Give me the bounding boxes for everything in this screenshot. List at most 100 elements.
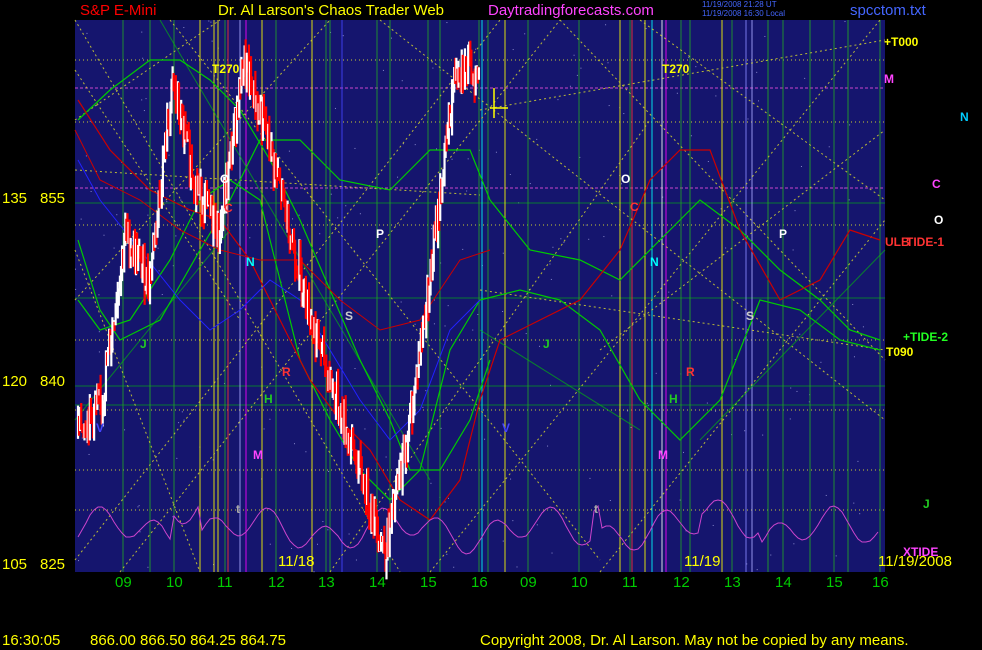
marker-label: C <box>630 200 639 214</box>
background-dot <box>337 217 339 219</box>
marker-label: N <box>650 255 659 269</box>
background-dot <box>345 205 347 207</box>
background-dot <box>180 199 182 201</box>
background-dot <box>432 67 434 69</box>
background-dot <box>857 460 859 462</box>
level-label: O <box>934 213 943 227</box>
instrument-title: S&P E-Mini <box>80 2 157 19</box>
background-dot <box>348 533 350 535</box>
background-dot <box>181 411 183 413</box>
background-dot <box>435 148 437 150</box>
background-dot <box>86 32 88 34</box>
background-dot <box>843 187 845 189</box>
background-dot <box>75 268 77 270</box>
y-tick-label-right: 855 <box>40 190 65 207</box>
background-dot <box>551 552 553 554</box>
background-dot <box>792 249 794 251</box>
background-dot <box>208 20 210 22</box>
background-dot <box>447 497 449 499</box>
background-dot <box>849 124 851 126</box>
background-dot <box>210 21 212 23</box>
background-dot <box>623 113 625 115</box>
background-dot <box>146 188 148 190</box>
x-tick-label: 09 <box>520 574 537 591</box>
background-dot <box>85 155 87 157</box>
background-dot <box>453 566 455 568</box>
background-dot <box>853 356 855 358</box>
background-dot <box>603 236 605 238</box>
background-dot <box>390 37 392 39</box>
background-dot <box>89 120 91 122</box>
background-dot <box>430 482 432 484</box>
background-dot <box>354 147 356 149</box>
x-tick-label: 12 <box>268 574 285 591</box>
background-dot <box>88 453 90 455</box>
background-dot <box>440 427 442 429</box>
level-label: M <box>884 72 894 86</box>
background-dot <box>557 99 559 101</box>
background-dot <box>467 158 469 160</box>
chart-window: T270 O C N P S R H V M Jt T270 O C N P S R H V M Jt +T000 M N C O U… <box>0 0 982 650</box>
date-label: 11/18 <box>278 553 314 570</box>
background-dot <box>143 110 145 112</box>
background-dot <box>414 144 416 146</box>
background-dot <box>536 524 538 526</box>
marker-label: T270 <box>212 62 240 76</box>
background-dot <box>611 295 613 297</box>
background-dot <box>364 428 366 430</box>
marker-label: T270 <box>662 62 690 76</box>
background-dot <box>444 325 446 327</box>
background-dot <box>536 138 538 140</box>
background-dot <box>477 313 479 315</box>
background-dot <box>576 74 578 76</box>
background-dot <box>668 291 670 293</box>
background-dot <box>609 500 611 502</box>
date-label: 11/19/2008 <box>878 553 952 570</box>
background-dot <box>322 521 324 523</box>
background-dot <box>793 543 795 545</box>
background-dot <box>327 529 329 531</box>
background-dot <box>712 524 714 526</box>
background-dot <box>446 22 448 24</box>
status-ohlc: 866.00 866.50 864.25 864.75 <box>90 632 287 649</box>
background-dot <box>756 71 758 73</box>
background-dot <box>502 540 504 542</box>
background-dot <box>573 54 575 56</box>
marker-label: t <box>594 502 598 516</box>
background-dot <box>800 165 802 167</box>
level-label: T090 <box>886 345 914 359</box>
background-dot <box>298 214 300 216</box>
x-tick-label: 14 <box>369 574 386 591</box>
marker-label: S <box>345 309 353 323</box>
background-dot <box>271 308 273 310</box>
background-dot <box>298 343 300 345</box>
background-dot <box>707 161 709 163</box>
site-link[interactable]: Daytradingforecasts.com <box>488 2 654 19</box>
background-dot <box>630 426 632 428</box>
background-dot <box>510 478 512 480</box>
background-dot <box>288 150 290 152</box>
background-dot <box>585 224 587 226</box>
background-dot <box>334 107 336 109</box>
background-dot <box>354 408 356 410</box>
background-dot <box>113 247 115 249</box>
background-dot <box>178 422 180 424</box>
marker-label: J <box>140 337 147 351</box>
background-dot <box>859 513 861 515</box>
background-dot <box>525 333 527 335</box>
background-dot <box>98 294 100 296</box>
background-dot <box>147 566 149 568</box>
background-dot <box>183 419 185 421</box>
background-dot <box>516 566 518 568</box>
background-dot <box>401 80 403 82</box>
background-dot <box>683 451 685 453</box>
x-tick-label: 09 <box>115 574 132 591</box>
background-dot <box>547 445 549 447</box>
background-dot <box>715 410 717 412</box>
status-time: 16:30:05 <box>2 632 61 649</box>
background-dot <box>249 237 251 239</box>
y-tick-label-right: 840 <box>40 373 65 390</box>
background-dot <box>313 571 315 573</box>
background-dot <box>291 547 293 549</box>
y-tick-label-left: 135 <box>2 190 27 207</box>
